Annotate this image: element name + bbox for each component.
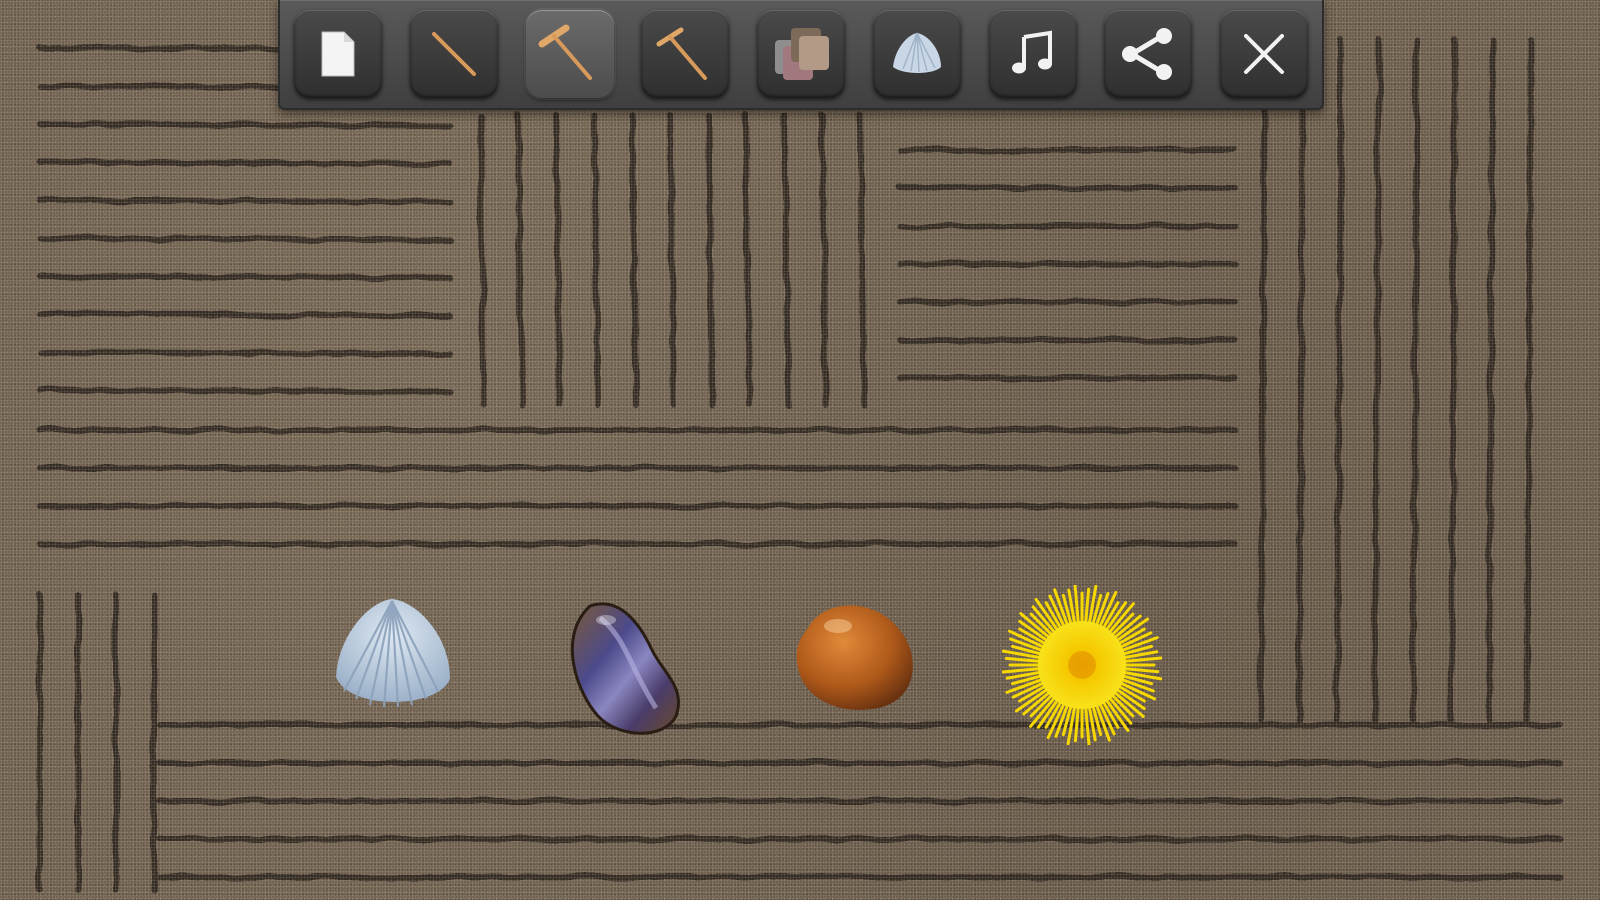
wide-rake-tool-button[interactable] — [525, 10, 614, 98]
close-icon — [1244, 34, 1284, 74]
music-note-icon — [1011, 30, 1052, 74]
new-document-icon — [321, 31, 355, 77]
sand-textures-button[interactable] — [757, 10, 845, 98]
stick-tool-button[interactable] — [409, 10, 498, 98]
dandelion-object[interactable] — [1002, 585, 1162, 745]
share-icon — [1122, 28, 1173, 80]
music-button[interactable] — [988, 10, 1077, 98]
objects-button[interactable] — [872, 10, 961, 98]
seashell-object[interactable] — [330, 595, 456, 715]
sand-textures-icon — [775, 28, 829, 80]
stick-icon — [431, 32, 476, 76]
share-button[interactable] — [1104, 10, 1193, 98]
toolbar — [278, 0, 1324, 110]
shell-icon — [892, 32, 941, 73]
narrow-rake-tool-button[interactable] — [641, 10, 730, 98]
narrow-rake-icon — [656, 27, 708, 80]
amber-stone-object[interactable] — [794, 598, 920, 713]
striped-stone-object[interactable] — [560, 598, 685, 738]
close-button[interactable] — [1220, 10, 1308, 98]
rake-grooves — [37, 37, 1563, 893]
new-garden-button[interactable] — [294, 10, 382, 98]
wide-rake-icon — [538, 24, 592, 80]
